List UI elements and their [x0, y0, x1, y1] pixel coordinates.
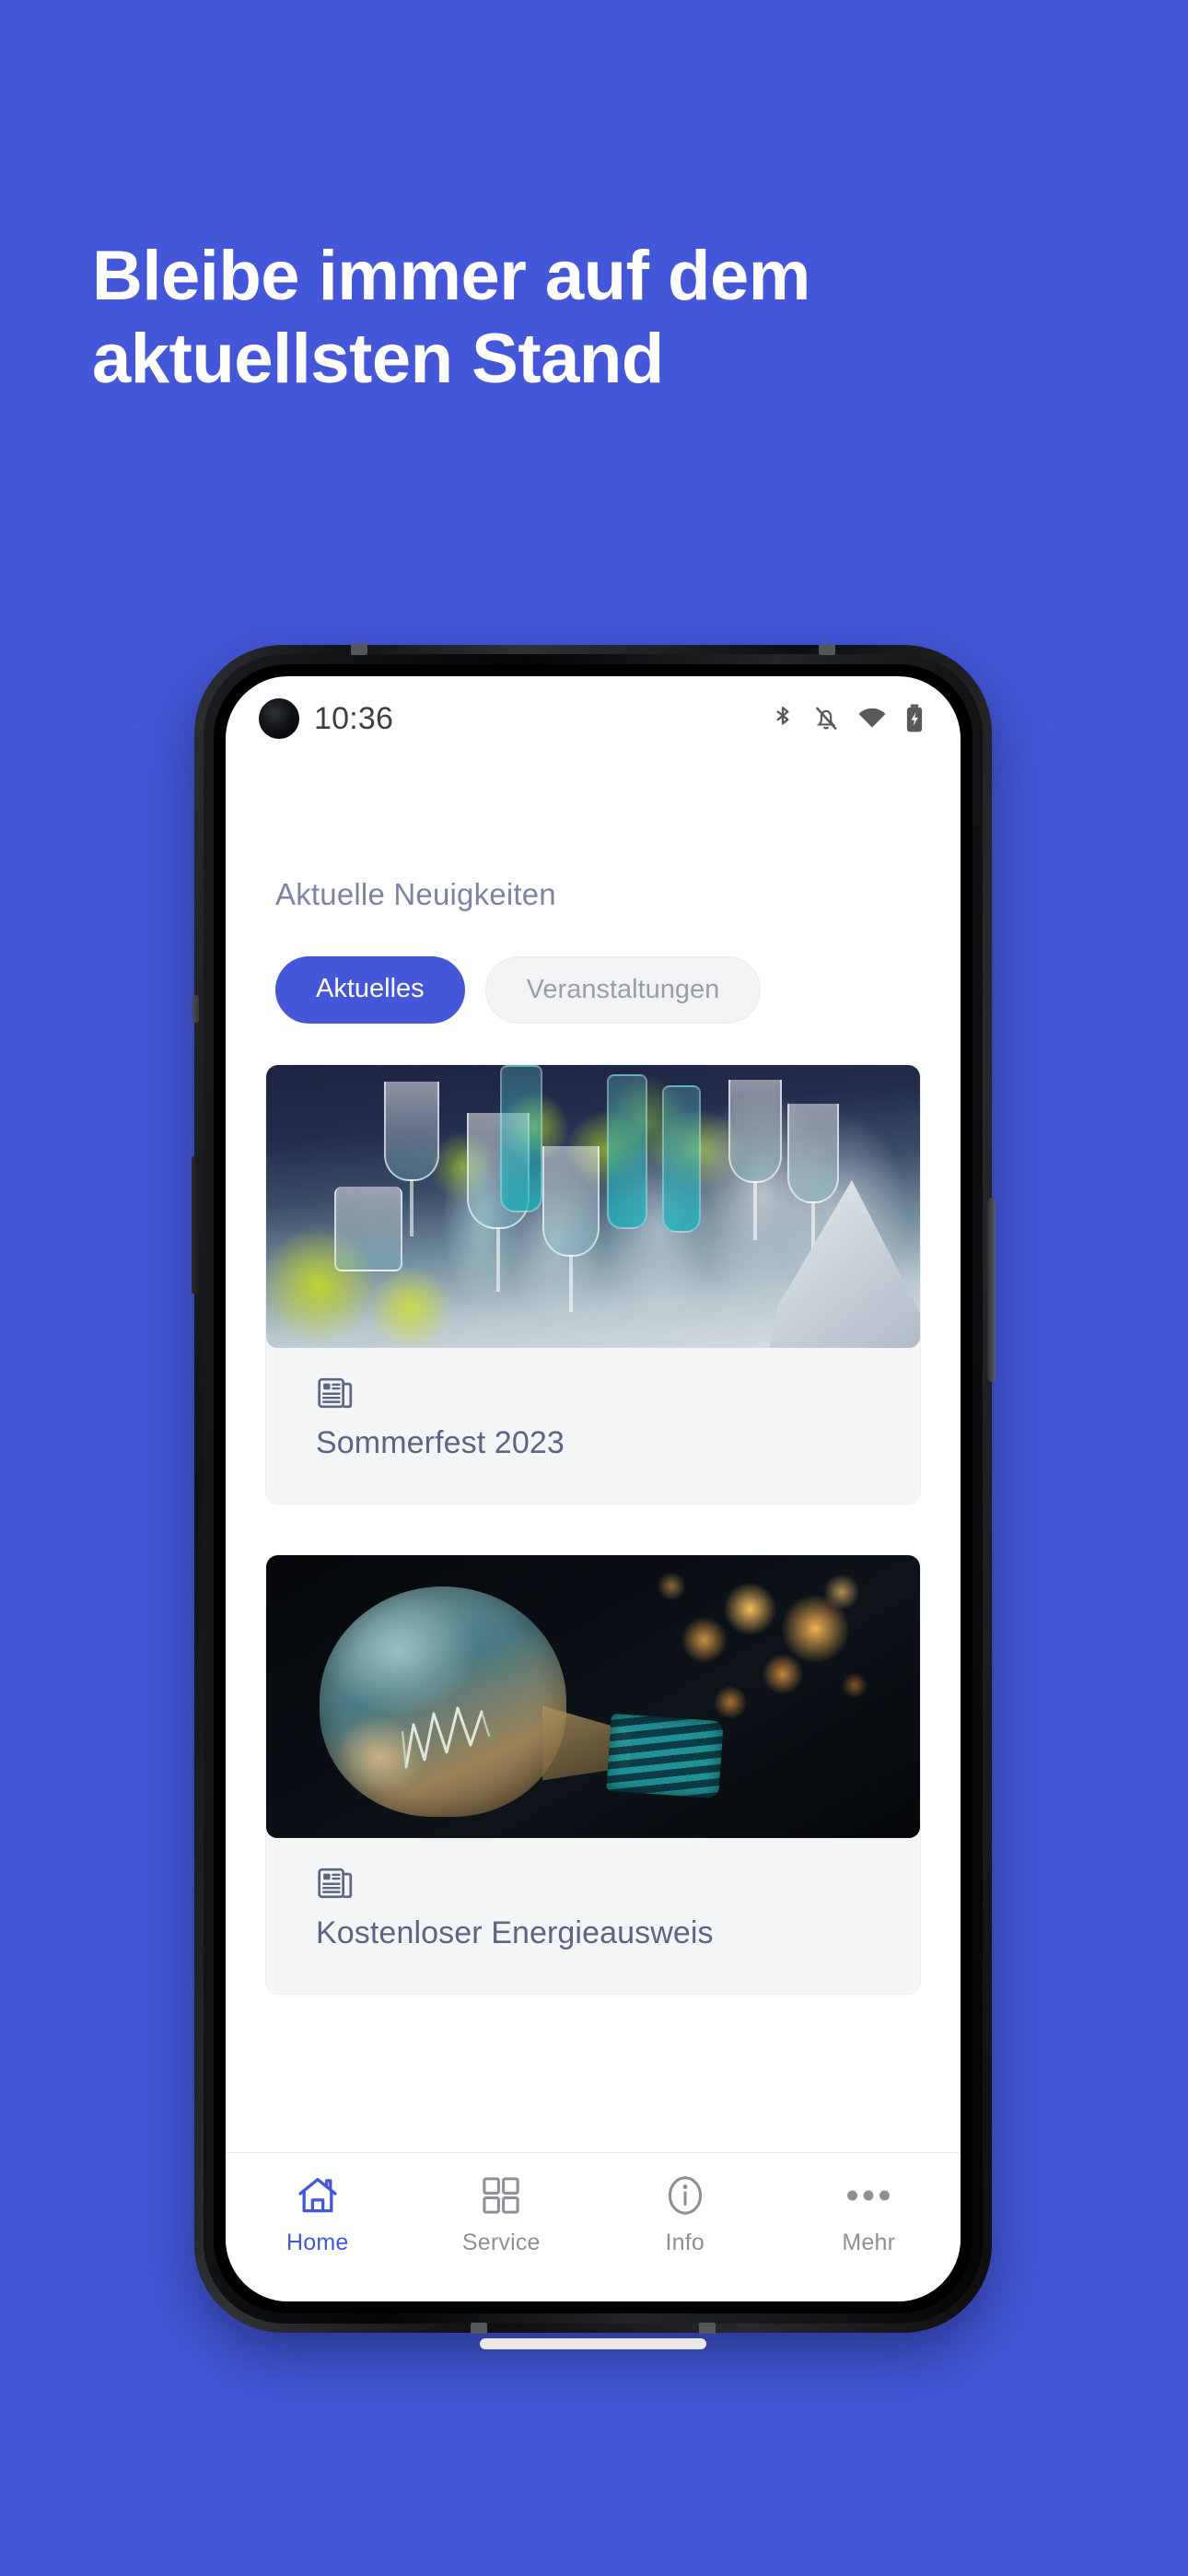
nav-label-mehr: Mehr — [842, 2230, 896, 2255]
section-title: Aktuelle Neuigkeiten — [275, 877, 556, 911]
news-card-body: Sommerfest 2023 — [266, 1348, 920, 1504]
frame-antenna-seam — [819, 644, 835, 655]
bluetooth-icon — [771, 705, 795, 732]
bottom-navigation-bar: Home Service Info Mehr — [226, 2152, 961, 2301]
ellipsis-icon — [846, 2173, 891, 2218]
news-card-title: Kostenloser Energieausweis — [316, 1915, 714, 1950]
news-filter-tabs: Aktuelles Veranstaltungen — [275, 956, 961, 1024]
tab-aktuelles[interactable]: Aktuelles — [275, 956, 465, 1024]
nav-label-home: Home — [286, 2230, 349, 2255]
frame-antenna-seam — [699, 2323, 716, 2334]
battery-charging-icon — [905, 704, 924, 733]
nav-item-mehr[interactable]: Mehr — [777, 2173, 961, 2256]
bulb-filament-shape — [393, 1671, 504, 1774]
home-icon — [297, 2173, 339, 2218]
phone-screen: 10:36 Aktuelle Neuigkeiten Aktuelles Ver… — [226, 676, 961, 2301]
tab-veranstaltungen[interactable]: Veranstaltungen — [484, 956, 762, 1024]
news-card-sommerfest[interactable]: Sommerfest 2023 — [265, 1064, 921, 1505]
status-bar: 10:36 — [226, 676, 961, 761]
power-button[interactable] — [987, 1198, 996, 1382]
status-bar-icons — [771, 704, 924, 733]
nav-item-home[interactable]: Home — [226, 2173, 410, 2256]
volume-rocker-button[interactable] — [192, 1156, 199, 1294]
status-bar-clock: 10:36 — [314, 700, 394, 736]
home-indicator[interactable] — [480, 2338, 706, 2349]
news-card-body: Kostenloser Energieausweis — [266, 1838, 920, 1994]
news-card-image-table-setting — [266, 1065, 920, 1348]
napkin-shape — [768, 1180, 920, 1348]
volume-button[interactable] — [192, 995, 199, 1023]
bulb-screw-base-shape — [606, 1713, 724, 1799]
notifications-off-icon — [813, 705, 839, 732]
frame-antenna-seam — [471, 2323, 487, 2334]
nav-item-info[interactable]: Info — [593, 2173, 777, 2256]
news-card-list: Sommerfest 2023 Kostenloser Energieauswe… — [226, 1064, 961, 1995]
nav-label-info: Info — [665, 2230, 705, 2255]
newspaper-icon — [316, 1374, 920, 1412]
nav-item-service[interactable]: Service — [410, 2173, 594, 2256]
wifi-icon — [857, 705, 887, 732]
news-card-image-lightbulb — [266, 1555, 920, 1838]
promo-headline-line-1: Bleibe immer auf dem — [92, 237, 810, 315]
info-circle-icon — [665, 2173, 705, 2218]
frame-antenna-seam — [351, 644, 367, 655]
newspaper-icon — [316, 1864, 920, 1903]
promo-headline: Bleibe immer auf dem aktuellsten Stand — [92, 235, 921, 400]
grid-icon — [481, 2173, 521, 2218]
promo-headline-line-2: aktuellsten Stand — [92, 319, 664, 398]
front-camera-punch-hole — [259, 698, 299, 739]
nav-label-service: Service — [461, 2230, 541, 2255]
news-card-energieausweis[interactable]: Kostenloser Energieausweis — [265, 1554, 921, 1995]
app-content: Aktuelle Neuigkeiten Aktuelles Veranstal… — [226, 761, 961, 2152]
phone-mockup: 10:36 Aktuelle Neuigkeiten Aktuelles Ver… — [192, 644, 996, 2349]
news-card-title: Sommerfest 2023 — [316, 1425, 565, 1460]
